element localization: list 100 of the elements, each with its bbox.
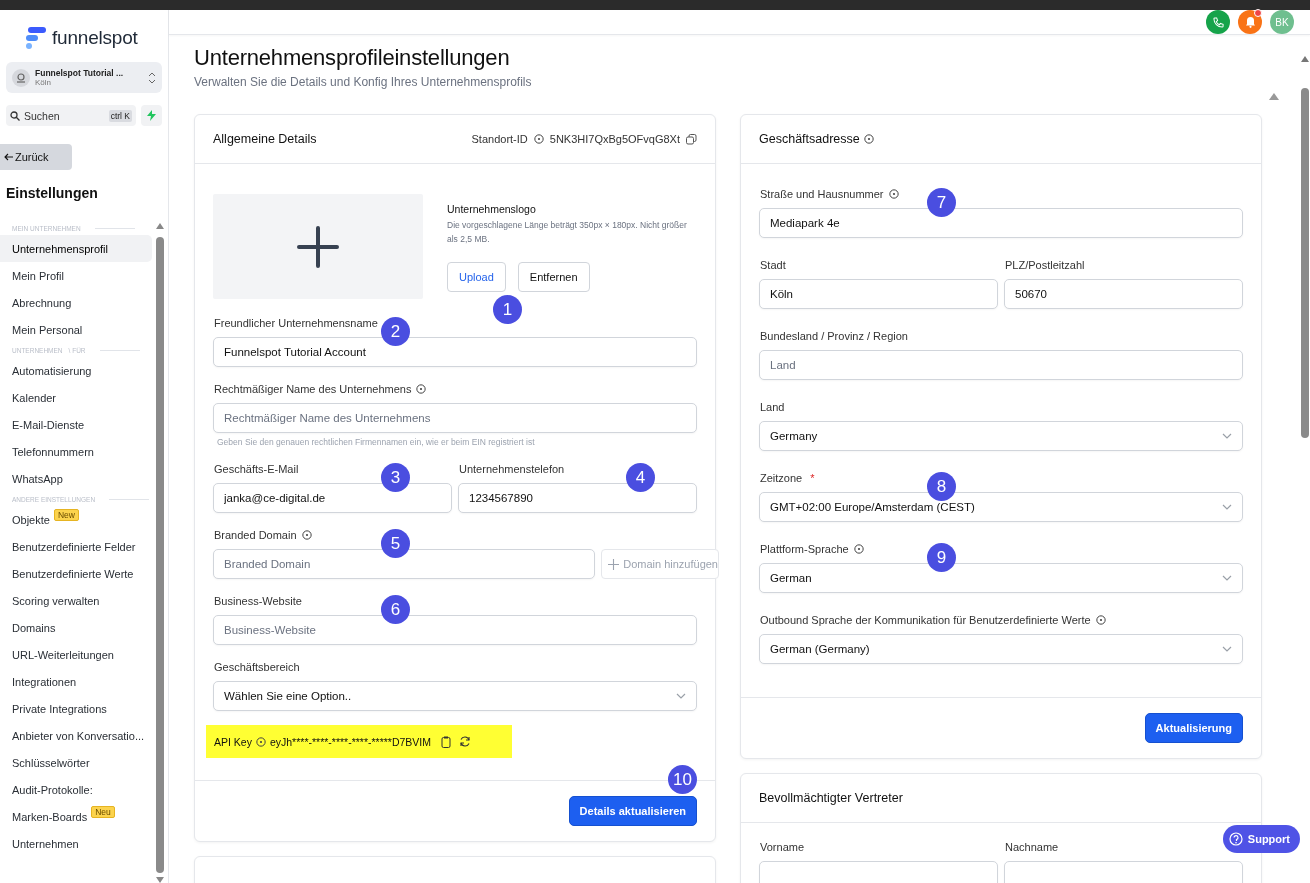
field-label: Geschäftsbereich [214,661,300,673]
required-asterisk: * [810,472,815,484]
field-label: Land [760,401,785,413]
sidebar-item[interactable]: Mein Profil [0,262,152,289]
field-hint: Geben Sie den genauen rechtlichen Firmennamen ein, wie er beim EIN registriert ist [216,437,536,447]
select-field[interactable]: Germany [759,421,1243,451]
sidebar-item[interactable]: URL-Weiterleitungen [0,641,152,668]
search-field[interactable]: Suchen ctrl K [6,105,136,126]
sidebar-item[interactable]: Integrationen [0,668,152,695]
sidebar-item[interactable]: Anbieter von Konversatio... [0,722,152,749]
text-field[interactable] [759,861,998,883]
remove-button[interactable]: Entfernen [517,262,590,292]
field-label: Outbound Sprache der Kommunikation für Benutzerdefinierte Werte [760,614,1091,626]
text-field[interactable]: 50670 [1004,279,1243,309]
card-title: Geschäftsadresse [759,132,860,146]
user-icon [12,68,30,87]
clipboard-icon[interactable] [441,735,451,748]
sidebar-item[interactable]: Schlüsselwörter [0,749,152,776]
text-field[interactable]: Funnelspot Tutorial Account [213,337,697,367]
bell-icon[interactable] [1238,10,1262,34]
copy-icon[interactable] [686,133,697,145]
sidebar-item[interactable]: Scoring verwalten [0,587,152,614]
card-title: Allgemeine Details [213,132,317,146]
field-label: Bundesland / Provinz / Region [760,330,908,342]
logo-title: Unternehmenslogo [447,203,537,215]
field-label: Branded Domain [214,529,297,541]
sidebar-item[interactable]: Unternehmen [0,830,152,857]
plus-icon [297,225,339,268]
scroll-up-icon[interactable] [1269,93,1279,100]
field-label: Business-Website [214,595,302,607]
field-label: Nachname [1005,841,1059,853]
field-label: Stadt [760,259,786,271]
refresh-icon[interactable] [459,736,471,747]
text-field[interactable]: janka@ce-digital.de [213,483,452,513]
sidebar-item[interactable]: Objekte New [0,506,152,533]
new-badge: New [53,508,79,521]
api-key-label: API Key [214,735,252,748]
field-label: Unternehmenstelefon [459,463,565,475]
arrow-left-icon [4,153,13,161]
sidebar-item[interactable]: Mein Personal [0,316,152,343]
sidebar-item[interactable]: Abrechnung [0,289,152,316]
upload-button[interactable]: Upload [447,262,506,292]
new-badge: Neu [91,805,115,818]
search-icon [10,110,20,121]
chevron-updown-icon [148,71,156,84]
field-label: Plattform-Sprache [760,543,849,555]
select-field[interactable]: German (Germany) [759,634,1243,664]
field-label: Rechtmäßiger Name des Unternehmens [214,383,412,395]
sidebar-item[interactable]: Private Integrations [0,695,152,722]
help-icon [1228,832,1243,846]
sidebar-item[interactable]: Domains [0,614,152,641]
select-field[interactable]: German [759,563,1243,593]
page-title: Unternehmensprofileinstellungen [194,45,511,71]
text-field[interactable]: Mediapark 4e [759,208,1243,238]
location-id: 5NK3HI7QxBg5OFvqG8Xt [549,133,680,145]
sidebar-item[interactable]: Automatisierung [0,357,152,384]
bolt-icon[interactable] [141,105,162,126]
sidebar-item[interactable]: Benutzerdefinierte Felder [0,533,152,560]
text-field[interactable]: Land [759,350,1243,380]
field-label: PLZ/Postleitzahl [1005,259,1085,271]
select-field[interactable]: GMT+02:00 Europe/Amsterdam (CEST) [759,492,1243,522]
field-label: Freundlicher Unternehmensname [214,317,378,329]
text-field[interactable] [1004,861,1243,883]
sidebar-item[interactable]: WhatsApp [0,465,152,492]
page-subtitle: Verwalten Sie die Details und Konfig Ihres Unternehmensprofils [194,75,533,89]
text-field[interactable]: Köln [759,279,998,309]
brand-name: funnelspot [52,27,138,49]
text-field[interactable]: Business-Website [213,615,697,645]
sidebar-item[interactable]: Telefonnummern [0,438,152,465]
chevron-down-icon [1222,433,1232,439]
step-marker: 10 [668,765,697,794]
logo-hint: Die vorgeschlagene Länge beträgt 350px × 180px. Nicht größer als 2,5 MB. [447,219,688,246]
sidebar-item[interactable]: Audit-Protokolle: [0,776,152,803]
back-button[interactable]: Zurück [0,144,72,170]
phone-icon[interactable] [1206,10,1230,34]
info-icon [533,134,544,144]
field-label: Vorname [760,841,805,853]
sidebar-item[interactable]: Kalender [0,384,152,411]
text-field[interactable]: 1234567890 [458,483,697,513]
sidebar-item[interactable]: Marken-Boards Neu [0,803,152,830]
chevron-down-icon [1222,504,1232,510]
text-field[interactable]: Rechtmäßiger Name des Unternehmens [213,403,697,433]
location-id-label: Standort-ID [471,133,528,145]
chevron-down-icon [1222,575,1232,581]
update-details-button[interactable]: Details aktualisieren [568,796,697,826]
support-button[interactable]: Support [1222,825,1300,853]
sidebar-item[interactable]: Benutzerdefinierte Werte [0,560,152,587]
info-icon [255,736,266,747]
sidebar-item[interactable]: Unternehmensprofil [0,235,152,262]
chevron-down-icon [676,693,686,699]
select-field[interactable]: Wählen Sie eine Option.. [213,681,697,711]
plus-icon [608,558,620,570]
sidebar-item[interactable]: E-Mail-Dienste [0,411,152,438]
field-label: Geschäfts-E-Mail [214,463,299,475]
step-marker: 1 [493,295,522,324]
field-label: Zeitzone [760,472,803,484]
text-field[interactable]: Branded Domain [213,549,596,579]
account-switcher[interactable]: Funnelspot Tutorial ... Köln [6,62,162,93]
api-key-value: eyJh****-****-****-****-*****D7BVIM [269,735,431,748]
update-button[interactable]: Aktualisierung [1144,713,1243,743]
